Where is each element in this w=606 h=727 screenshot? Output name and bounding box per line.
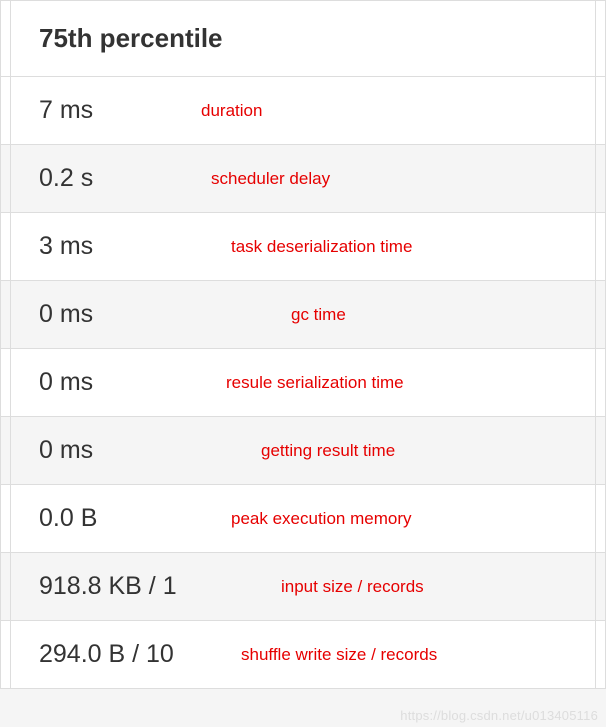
row-right-stub <box>596 553 606 621</box>
metric-annotation: shuffle write size / records <box>241 645 437 665</box>
table-row: 7 ms duration <box>1 77 606 145</box>
metric-annotation: duration <box>201 101 262 121</box>
row-left-stub <box>1 349 11 417</box>
metric-value: 7 ms <box>39 96 93 125</box>
metric-value: 0 ms <box>39 300 93 329</box>
row-left-stub <box>1 553 11 621</box>
table-row: 0 ms gc time <box>1 281 606 349</box>
data-cell: 7 ms duration <box>11 77 596 145</box>
data-cell: 0.2 s scheduler delay <box>11 145 596 213</box>
metric-annotation: getting result time <box>261 441 395 461</box>
metric-annotation: task deserialization time <box>231 237 412 257</box>
metric-annotation: peak execution memory <box>231 509 411 529</box>
watermark-text: https://blog.csdn.net/u013405116 <box>400 708 598 723</box>
row-left-stub <box>1 145 11 213</box>
table-row: 918.8 KB / 1 input size / records <box>1 553 606 621</box>
metric-annotation: input size / records <box>281 577 424 597</box>
data-cell: 0 ms getting result time <box>11 417 596 485</box>
column-header: 75th percentile <box>11 1 596 77</box>
row-left-stub <box>1 281 11 349</box>
data-cell: 0 ms gc time <box>11 281 596 349</box>
metric-annotation: scheduler delay <box>211 169 330 189</box>
row-right-stub <box>596 145 606 213</box>
row-right-stub <box>596 621 606 689</box>
table-body: 7 ms duration 0.2 s scheduler delay 3 ms task… <box>1 77 606 689</box>
metric-value: 0 ms <box>39 436 93 465</box>
header-right-stub <box>596 1 606 77</box>
percentile-table: 75th percentile 7 ms duration 0.2 s schedul… <box>0 0 606 689</box>
metric-value: 918.8 KB / 1 <box>39 572 177 601</box>
metric-value: 294.0 B / 10 <box>39 640 174 669</box>
header-text: 75th percentile <box>39 23 223 53</box>
row-right-stub <box>596 349 606 417</box>
header-left-stub <box>1 1 11 77</box>
data-cell: 3 ms task deserialization time <box>11 213 596 281</box>
data-cell: 0.0 B peak execution memory <box>11 485 596 553</box>
data-cell: 0 ms resule serialization time <box>11 349 596 417</box>
table-row: 3 ms task deserialization time <box>1 213 606 281</box>
row-left-stub <box>1 485 11 553</box>
row-left-stub <box>1 621 11 689</box>
metric-value: 0.0 B <box>39 504 97 533</box>
metric-value: 3 ms <box>39 232 93 261</box>
metric-value: 0 ms <box>39 368 93 397</box>
metric-annotation: resule serialization time <box>226 373 404 393</box>
row-right-stub <box>596 77 606 145</box>
metric-annotation: gc time <box>291 305 346 325</box>
table-row: 0.2 s scheduler delay <box>1 145 606 213</box>
row-right-stub <box>596 417 606 485</box>
row-left-stub <box>1 77 11 145</box>
table-row: 0 ms resule serialization time <box>1 349 606 417</box>
header-row: 75th percentile <box>1 1 606 77</box>
row-left-stub <box>1 213 11 281</box>
table-row: 0.0 B peak execution memory <box>1 485 606 553</box>
row-right-stub <box>596 213 606 281</box>
table-row: 294.0 B / 10 shuffle write size / records <box>1 621 606 689</box>
data-cell: 294.0 B / 10 shuffle write size / records <box>11 621 596 689</box>
row-right-stub <box>596 485 606 553</box>
metric-value: 0.2 s <box>39 164 93 193</box>
row-right-stub <box>596 281 606 349</box>
data-cell: 918.8 KB / 1 input size / records <box>11 553 596 621</box>
row-left-stub <box>1 417 11 485</box>
table-row: 0 ms getting result time <box>1 417 606 485</box>
